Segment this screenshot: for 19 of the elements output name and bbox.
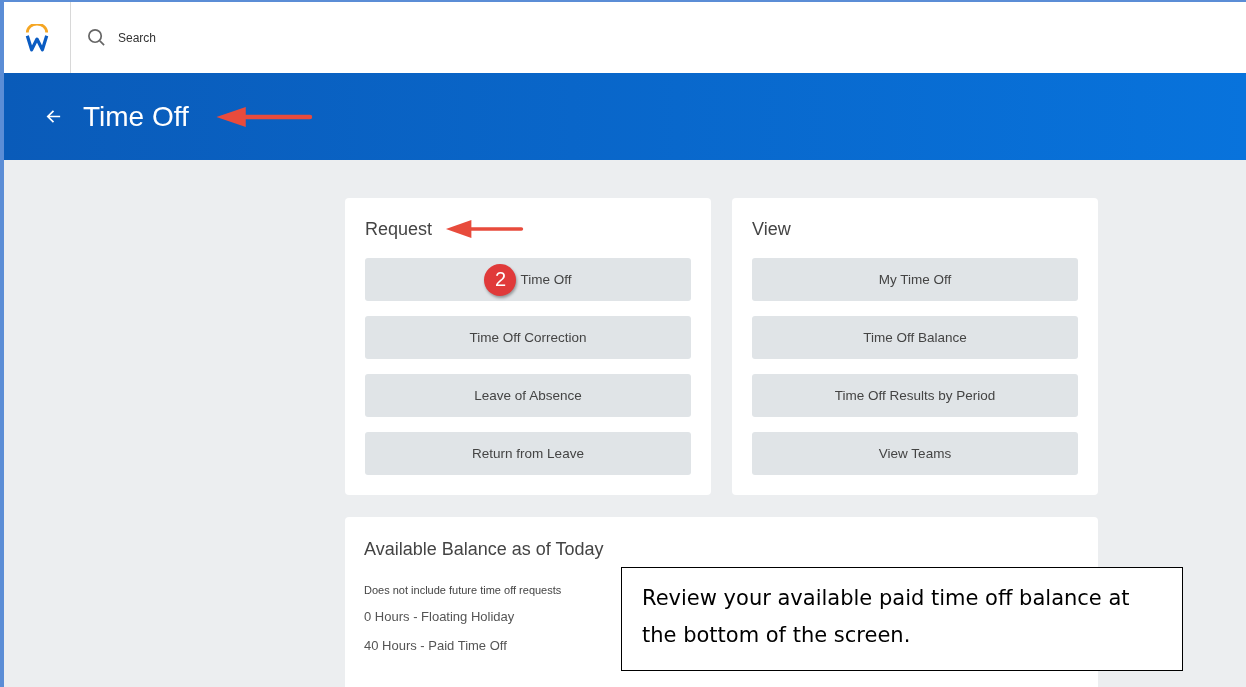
action-button[interactable]: View Teams [752,432,1078,475]
card-title: Available Balance as of Today [364,539,605,560]
action-button[interactable]: Time Off Balance [752,316,1078,359]
action-button[interactable]: Time Off Correction [365,316,691,359]
balance-item: 0 Hours - Floating Holiday [364,609,516,624]
action-button[interactable]: Return from Leave [365,432,691,475]
action-button[interactable]: Leave of Absence [365,374,691,417]
callout-text: Review your available paid time off balance at the bottom of the screen. [621,567,1183,671]
page-title: Time Off [83,100,189,133]
action-button[interactable]: 2 Time Off [365,258,691,301]
card-title: View [752,218,791,240]
search-icon [87,28,106,47]
logo-icon[interactable] [24,23,50,52]
action-button[interactable]: My Time Off [752,258,1078,301]
balance-note: Does not include future time off requests [364,584,563,596]
card-title: Request [365,218,433,240]
step-badge: 2 [484,263,517,296]
action-button[interactable]: Time Off Results by Period [752,374,1078,417]
balance-item: 40 Hours - Paid Time Off [364,638,508,653]
